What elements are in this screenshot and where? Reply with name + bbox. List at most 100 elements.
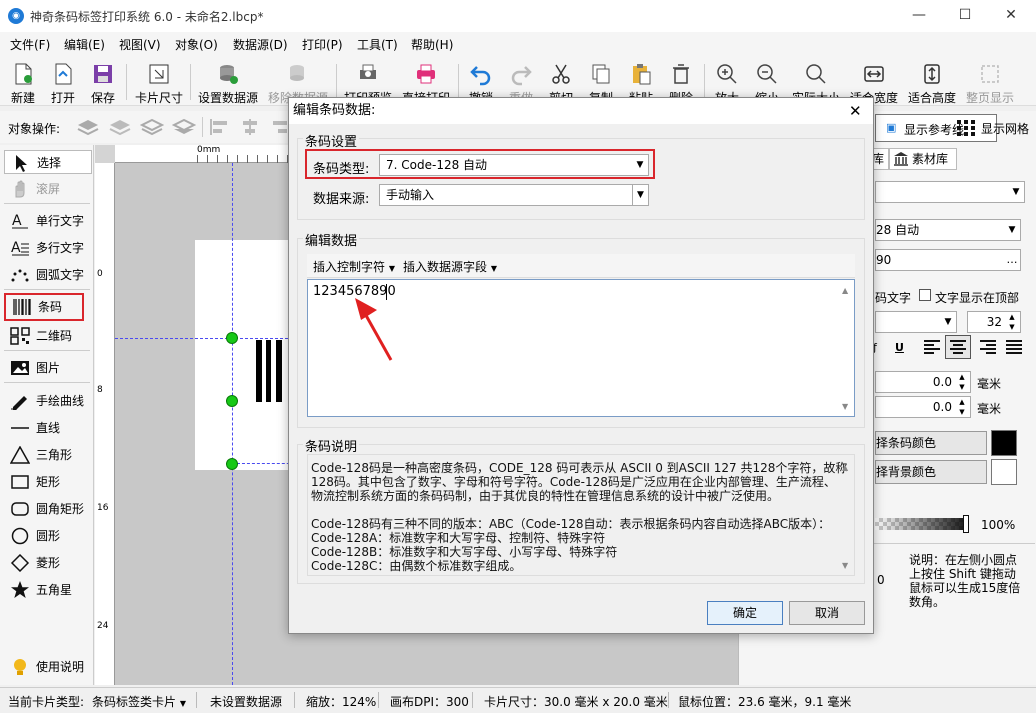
resize-handle[interactable]: [226, 395, 238, 407]
ok-button[interactable]: 确定: [707, 601, 783, 625]
menu-file[interactable]: 文件(F): [10, 36, 50, 53]
new-button[interactable]: 新建: [6, 60, 40, 105]
align-right-icon[interactable]: [979, 339, 997, 355]
tool-single-line-text[interactable]: A 单行文字: [4, 209, 92, 233]
tool-image[interactable]: 图片: [4, 356, 92, 380]
tool-star[interactable]: 五角星: [4, 578, 92, 602]
bring-front-icon[interactable]: [76, 117, 100, 137]
zoom-out-icon: [757, 64, 777, 84]
cancel-button[interactable]: 取消: [789, 601, 865, 625]
set-datasource-button[interactable]: 设置数据源: [196, 60, 260, 105]
barcode-type-select-panel[interactable]: 28 自动 ▼: [875, 219, 1021, 241]
open-button[interactable]: 打开: [46, 60, 80, 105]
barcode-data-field[interactable]: 90…: [875, 249, 1021, 271]
tool-panel: 选择 滚屏 A 单行文字 A 多行文字 圆弧文字 条码 二维码 图片 手绘曲线 …: [0, 145, 94, 685]
menu-print[interactable]: 打印(P): [302, 36, 343, 53]
dropdown-arrow-icon: ▼: [490, 264, 497, 273]
underline-icon[interactable]: U: [895, 341, 904, 354]
minimize-button[interactable]: —: [896, 0, 942, 32]
object-select[interactable]: ▼: [875, 181, 1025, 203]
edit-data-title: 编辑数据: [303, 230, 360, 249]
justify-icon[interactable]: [1005, 339, 1023, 355]
tool-freehand[interactable]: 手绘曲线: [4, 389, 92, 413]
close-window-button[interactable]: ✕: [988, 0, 1034, 32]
align-left-icon[interactable]: [923, 339, 941, 355]
zoom-in-icon: [717, 64, 737, 84]
barcode-type-select[interactable]: 7. Code-128 自动 ▼: [379, 154, 649, 176]
align-center-button[interactable]: [945, 335, 971, 359]
print-preview-icon: [360, 64, 376, 79]
tool-rounded-rectangle[interactable]: 圆角矩形: [4, 497, 92, 521]
offset-x-input[interactable]: 0.0 ▲ ▼: [875, 371, 971, 393]
ruler-v-label: 0: [97, 269, 103, 279]
menu-help[interactable]: 帮助(H): [411, 36, 453, 53]
chevron-down-icon: ▼: [636, 160, 644, 170]
mouse-position-status: 鼠标位置：23.6 毫米，9.1 毫米: [678, 695, 852, 709]
tool-diamond[interactable]: 菱形: [4, 551, 92, 575]
menu-view[interactable]: 视图(V): [119, 36, 161, 53]
opacity-slider-handle[interactable]: [963, 515, 969, 533]
bring-forward-icon[interactable]: [108, 117, 132, 137]
tool-multi-line-text[interactable]: A 多行文字: [4, 236, 92, 260]
tool-line[interactable]: 直线: [4, 416, 92, 440]
menu-datasource[interactable]: 数据源(D): [233, 36, 288, 53]
tool-arc-text[interactable]: 圆弧文字: [4, 263, 92, 287]
triangle-icon: [10, 446, 30, 464]
tool-scroll[interactable]: 滚屏: [4, 177, 92, 201]
toolbar-divider: [458, 64, 459, 100]
menu-tools[interactable]: 工具(T): [357, 36, 398, 53]
align-left-icon[interactable]: [208, 117, 232, 137]
tool-triangle[interactable]: 三角形: [4, 443, 92, 467]
align-center-icon[interactable]: [238, 117, 262, 137]
show-guides-toggle[interactable]: ▣ 显示参考线: [875, 114, 997, 142]
menu-edit[interactable]: 编辑(E): [64, 36, 105, 53]
barcode-color-button[interactable]: 择条码颜色: [875, 431, 987, 455]
barcode-object[interactable]: [256, 340, 288, 402]
show-grid-toggle[interactable]: 显示网格: [981, 120, 1029, 137]
dialog-title: 编辑条码数据:: [293, 103, 376, 118]
scroll-down-icon[interactable]: ▼: [842, 402, 848, 411]
maximize-button[interactable]: ☐: [942, 0, 988, 32]
copy-icon: [592, 64, 610, 84]
menu-object[interactable]: 对象(O): [175, 36, 218, 53]
fit-height-icon: [924, 64, 940, 84]
scroll-up-icon[interactable]: ▲: [842, 463, 848, 472]
resize-handle[interactable]: [226, 458, 238, 470]
barcode-type-label: 条码类型:: [313, 162, 370, 177]
insert-datasource-field-menu[interactable]: 插入数据源字段 ▼: [403, 258, 497, 275]
tool-select[interactable]: 选择: [4, 150, 92, 174]
card-size-button[interactable]: 卡片尺寸: [132, 60, 186, 105]
close-icon[interactable]: ✕: [849, 98, 862, 124]
scroll-down-icon[interactable]: ▼: [842, 561, 848, 570]
tool-qrcode[interactable]: 二维码: [4, 324, 92, 348]
toolbar-divider: [336, 64, 337, 100]
circle-icon: [11, 527, 29, 545]
dropdown-arrow-icon: ▼: [179, 699, 186, 708]
data-source-select[interactable]: 手动输入 ▼: [379, 184, 649, 206]
text-top-checkbox[interactable]: [919, 289, 931, 301]
tool-barcode[interactable]: 条码: [4, 293, 84, 321]
font-size-input[interactable]: 32 ▲ ▼: [967, 311, 1021, 333]
offset-y-input[interactable]: 0.0 ▲ ▼: [875, 396, 971, 418]
send-back-icon[interactable]: [172, 117, 196, 137]
tool-circle[interactable]: 圆形: [4, 524, 92, 548]
tab-material-library[interactable]: 素材库: [889, 148, 957, 170]
background-color-button[interactable]: 择背景颜色: [875, 460, 987, 484]
fit-height-button[interactable]: 适合高度: [906, 60, 958, 105]
send-backward-icon[interactable]: [140, 117, 164, 137]
full-page-button[interactable]: 整页显示: [964, 60, 1016, 105]
font-select[interactable]: ▼: [875, 311, 957, 333]
resize-handle[interactable]: [226, 332, 238, 344]
insert-control-char-menu[interactable]: 插入控制字符 ▼: [313, 258, 395, 275]
tool-rectangle[interactable]: 矩形: [4, 470, 92, 494]
scroll-up-icon[interactable]: ▲: [842, 286, 848, 295]
background-color-swatch[interactable]: [991, 459, 1017, 485]
spinner-icon: ▲ ▼: [959, 373, 965, 391]
help-instructions-button[interactable]: 使用说明: [4, 655, 92, 679]
opacity-gradient: [875, 518, 967, 530]
chevron-down-icon: ▼: [1012, 187, 1020, 197]
app-logo-icon: ◉: [8, 8, 24, 24]
save-button[interactable]: 保存: [86, 60, 120, 105]
barcode-color-swatch[interactable]: [991, 430, 1017, 456]
card-type-menu[interactable]: 条码标签类卡片 ▼: [92, 693, 186, 710]
